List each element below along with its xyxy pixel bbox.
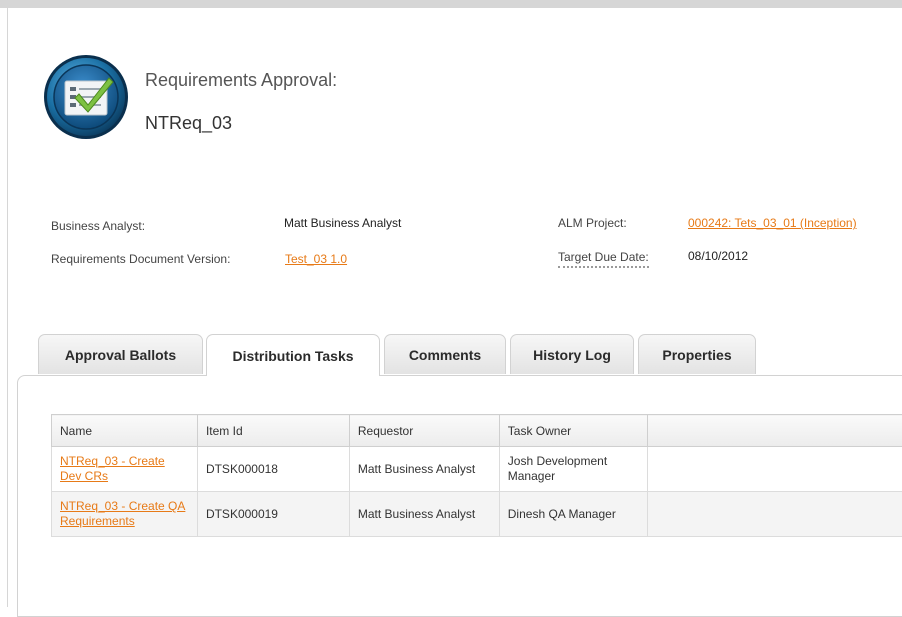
record-name: NTReq_03 xyxy=(145,113,232,134)
table-row: NTReq_03 - Create QA Requirements DTSK00… xyxy=(52,492,902,537)
cell-filler xyxy=(647,447,902,492)
window-top-border xyxy=(0,0,902,8)
tab-label: Properties xyxy=(662,347,731,363)
tab-label: Distribution Tasks xyxy=(232,348,353,364)
business-analyst-value: Matt Business Analyst xyxy=(284,216,401,230)
cell-item-id: DTSK000019 xyxy=(197,492,349,537)
tab-label: Approval Ballots xyxy=(65,347,176,363)
business-analyst-label: Business Analyst: xyxy=(51,219,145,233)
cell-task-owner: Josh Development Manager xyxy=(499,447,647,492)
column-header-filler xyxy=(647,415,902,447)
window-left-border xyxy=(7,8,8,607)
table-header-row: Name Item Id Requestor Task Owner xyxy=(52,415,902,447)
table-row: NTReq_03 - Create Dev CRs DTSK000018 Mat… xyxy=(52,447,902,492)
cell-name: NTReq_03 - Create Dev CRs xyxy=(52,447,198,492)
cell-item-id: DTSK000018 xyxy=(197,447,349,492)
cell-filler xyxy=(647,492,902,537)
tab-history-log[interactable]: History Log xyxy=(510,334,634,374)
task-link[interactable]: NTReq_03 - Create QA Requirements xyxy=(60,499,185,528)
target-due-date-label[interactable]: Target Due Date: xyxy=(558,250,649,264)
target-due-date-value: 08/10/2012 xyxy=(688,249,748,263)
column-header-requestor[interactable]: Requestor xyxy=(349,415,499,447)
tab-label: Comments xyxy=(409,347,481,363)
tab-label: History Log xyxy=(533,347,611,363)
req-doc-version-label: Requirements Document Version: xyxy=(51,252,230,266)
cell-name: NTReq_03 - Create QA Requirements xyxy=(52,492,198,537)
cell-requestor: Matt Business Analyst xyxy=(349,447,499,492)
alm-project-link[interactable]: 000242: Tets_03_01 (Inception) xyxy=(688,216,857,230)
task-link[interactable]: NTReq_03 - Create Dev CRs xyxy=(60,454,165,483)
distribution-tasks-table: Name Item Id Requestor Task Owner NTReq_… xyxy=(51,414,902,537)
column-header-item-id[interactable]: Item Id xyxy=(197,415,349,447)
column-header-name[interactable]: Name xyxy=(52,415,198,447)
approval-checklist-icon xyxy=(43,54,129,140)
tab-approval-ballots[interactable]: Approval Ballots xyxy=(38,334,203,374)
cell-task-owner: Dinesh QA Manager xyxy=(499,492,647,537)
tab-distribution-tasks[interactable]: Distribution Tasks xyxy=(206,334,380,376)
tab-properties[interactable]: Properties xyxy=(638,334,756,374)
alm-project-label: ALM Project: xyxy=(558,216,627,230)
page-title: Requirements Approval: xyxy=(145,70,337,91)
tab-comments[interactable]: Comments xyxy=(384,334,506,374)
req-doc-version-link[interactable]: Test_03 1.0 xyxy=(285,252,347,266)
target-due-date-label-text: Target Due Date: xyxy=(558,250,649,268)
column-header-task-owner[interactable]: Task Owner xyxy=(499,415,647,447)
cell-requestor: Matt Business Analyst xyxy=(349,492,499,537)
